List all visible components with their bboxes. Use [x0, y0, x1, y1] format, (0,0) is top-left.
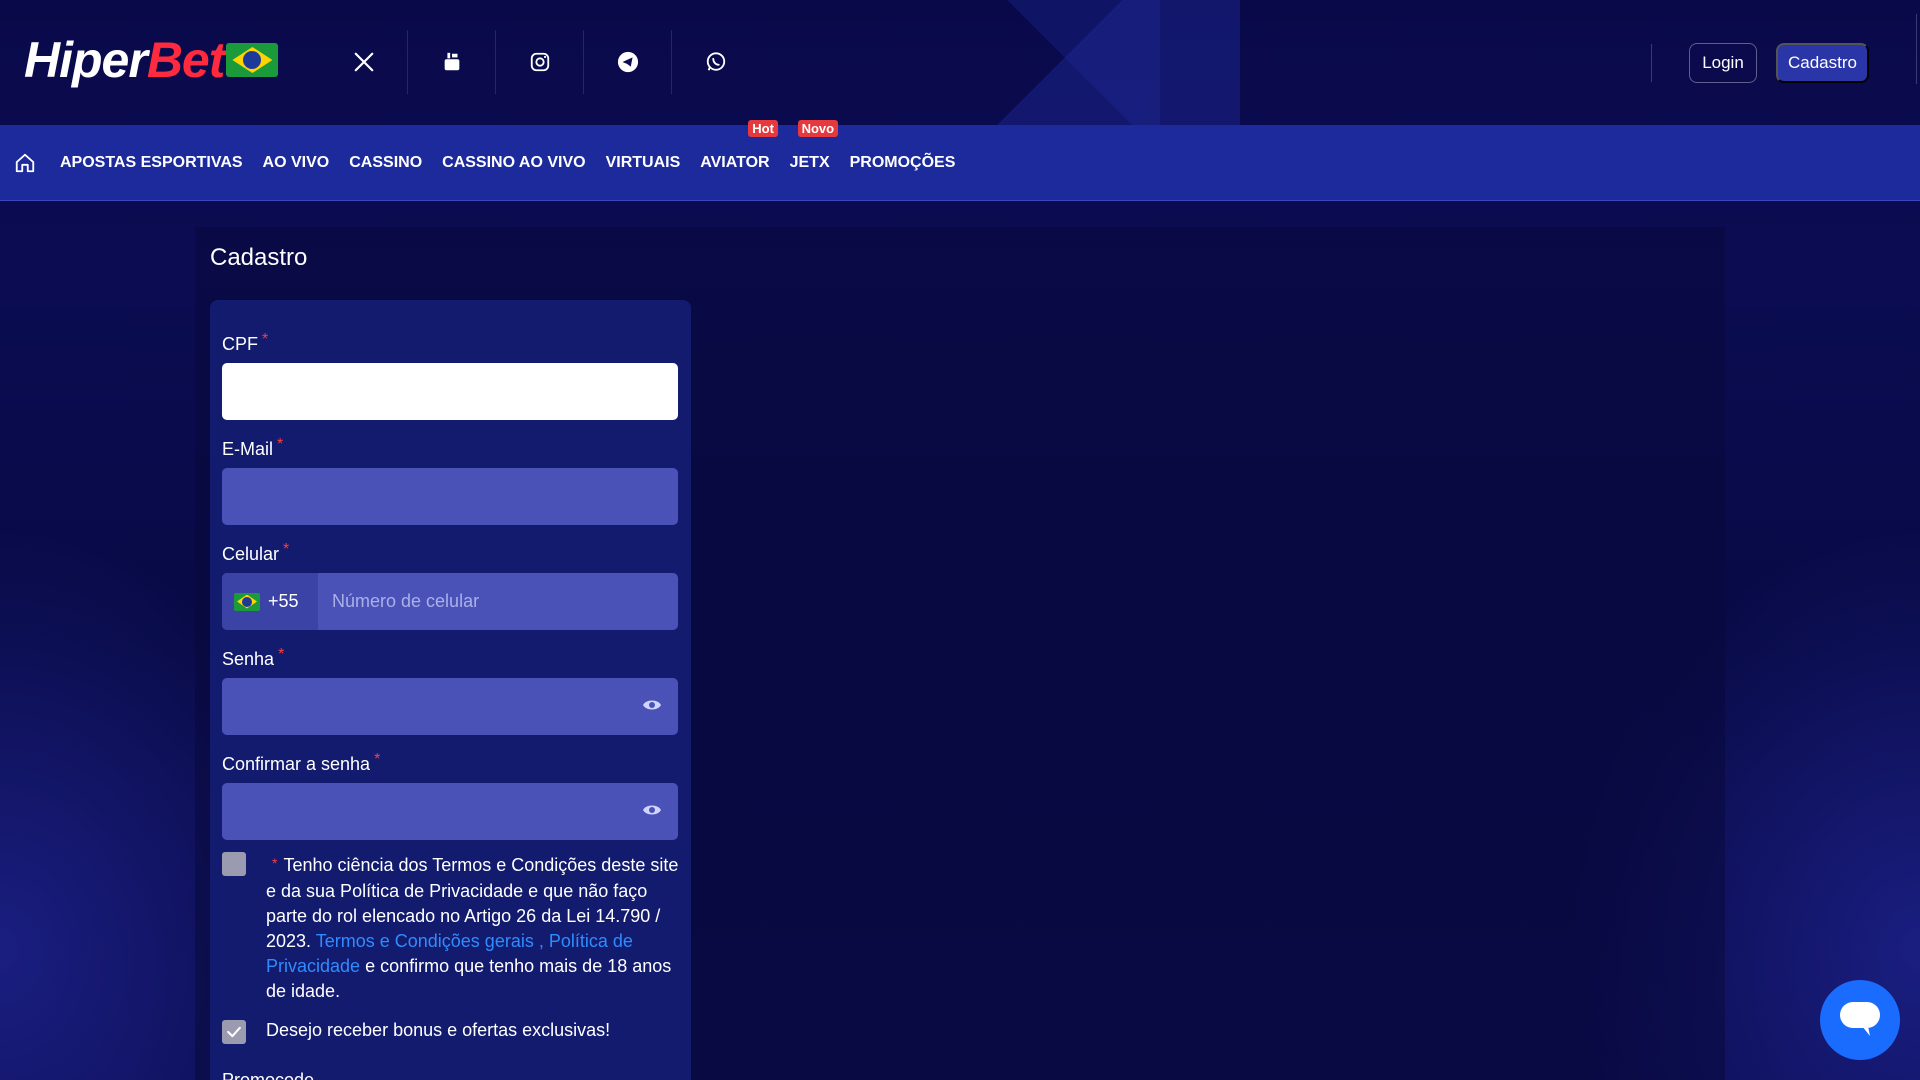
nav-item-cassino[interactable]: CASSINO — [349, 154, 422, 172]
required-mark: * — [277, 436, 284, 453]
required-mark: * — [272, 855, 278, 871]
telegram-icon — [617, 51, 638, 73]
brazil-flag-icon — [226, 43, 279, 77]
instagram-social-link[interactable] — [496, 30, 584, 94]
phone-input[interactable] — [318, 573, 678, 630]
phone-label: Celular * — [222, 541, 290, 564]
chat-button[interactable] — [1820, 980, 1900, 1060]
confirm-password-input[interactable] — [222, 783, 678, 840]
x-icon — [354, 52, 373, 72]
hot-badge: Hot — [748, 120, 778, 137]
header-divider — [1916, 14, 1917, 84]
signup-button[interactable]: Cadastro — [1776, 43, 1869, 83]
hiperbet-logo[interactable]: HiperBet — [24, 32, 279, 88]
social-links — [320, 30, 760, 94]
logo-text: HiperBet — [24, 32, 225, 88]
terms-text: * Tenho ciência dos Termos e Condições de… — [266, 855, 679, 1001]
eye-icon[interactable] — [642, 698, 662, 712]
password-field — [210, 678, 691, 735]
required-mark: * — [278, 646, 285, 663]
nav-items: APOSTAS ESPORTIVAS AO VIVO CASSINO CASSI… — [60, 120, 975, 201]
x-social-link[interactable] — [320, 30, 408, 94]
nav-item-aviator[interactable]: Hot AVIATOR — [700, 120, 778, 172]
password-label: Senha * — [222, 646, 285, 669]
password-input[interactable] — [222, 678, 678, 735]
whatsapp-social-link[interactable] — [672, 30, 760, 94]
required-mark: * — [283, 541, 290, 558]
youtube-social-link[interactable] — [408, 30, 496, 94]
country-code-select[interactable]: +55 — [222, 573, 318, 630]
phone-field: +55 — [222, 573, 678, 630]
chat-icon — [1840, 1002, 1880, 1036]
login-button[interactable]: Login — [1689, 43, 1757, 83]
main-nav: APOSTAS ESPORTIVAS AO VIVO CASSINO CASSI… — [0, 120, 1920, 201]
eye-icon[interactable] — [642, 803, 662, 817]
nav-item-virtuais[interactable]: VIRTUAIS — [606, 154, 681, 172]
terms-checkbox[interactable] — [222, 852, 246, 876]
registration-form: CPF* E-Mail* Celular* +55 Senha* Confirm… — [210, 300, 691, 1080]
nav-item-ao-vivo[interactable]: AO VIVO — [263, 154, 330, 172]
whatsapp-icon — [706, 52, 726, 71]
cpf-input[interactable] — [222, 363, 678, 420]
confirm-password-label: Confirmar a senha * — [222, 751, 381, 774]
email-label: E-Mail * — [222, 436, 284, 459]
nav-item-cassino-ao-vivo[interactable]: CASSINO AO VIVO — [442, 154, 585, 172]
bonus-checkbox[interactable] — [222, 1020, 246, 1044]
bonus-label: Desejo receber bonus e ofertas exclusiva… — [266, 1020, 611, 1040]
page-title: Cadastro — [210, 244, 308, 271]
brazil-flag-icon — [234, 592, 260, 611]
nav-item-apostas-esportivas[interactable]: APOSTAS ESPORTIVAS — [60, 154, 243, 172]
confirm-password-field — [210, 783, 691, 840]
youtube-icon — [444, 52, 459, 71]
new-badge: Novo — [797, 120, 839, 137]
header-divider — [1651, 44, 1652, 82]
promocode-label: Promocode — [222, 1070, 315, 1080]
site-header: HiperBet Login Cadastro — [0, 0, 1920, 125]
cpf-label: CPF * — [222, 331, 269, 354]
checkmark-icon — [227, 1026, 241, 1038]
nav-item-promocoes[interactable]: PROMOÇÕES — [850, 154, 956, 172]
instagram-icon — [530, 52, 549, 72]
email-input[interactable] — [222, 468, 678, 525]
required-mark: * — [262, 331, 269, 348]
home-icon[interactable] — [14, 152, 36, 174]
required-mark: * — [374, 751, 381, 768]
telegram-social-link[interactable] — [584, 30, 672, 94]
nav-item-jetx[interactable]: Novo JETX — [790, 120, 839, 172]
